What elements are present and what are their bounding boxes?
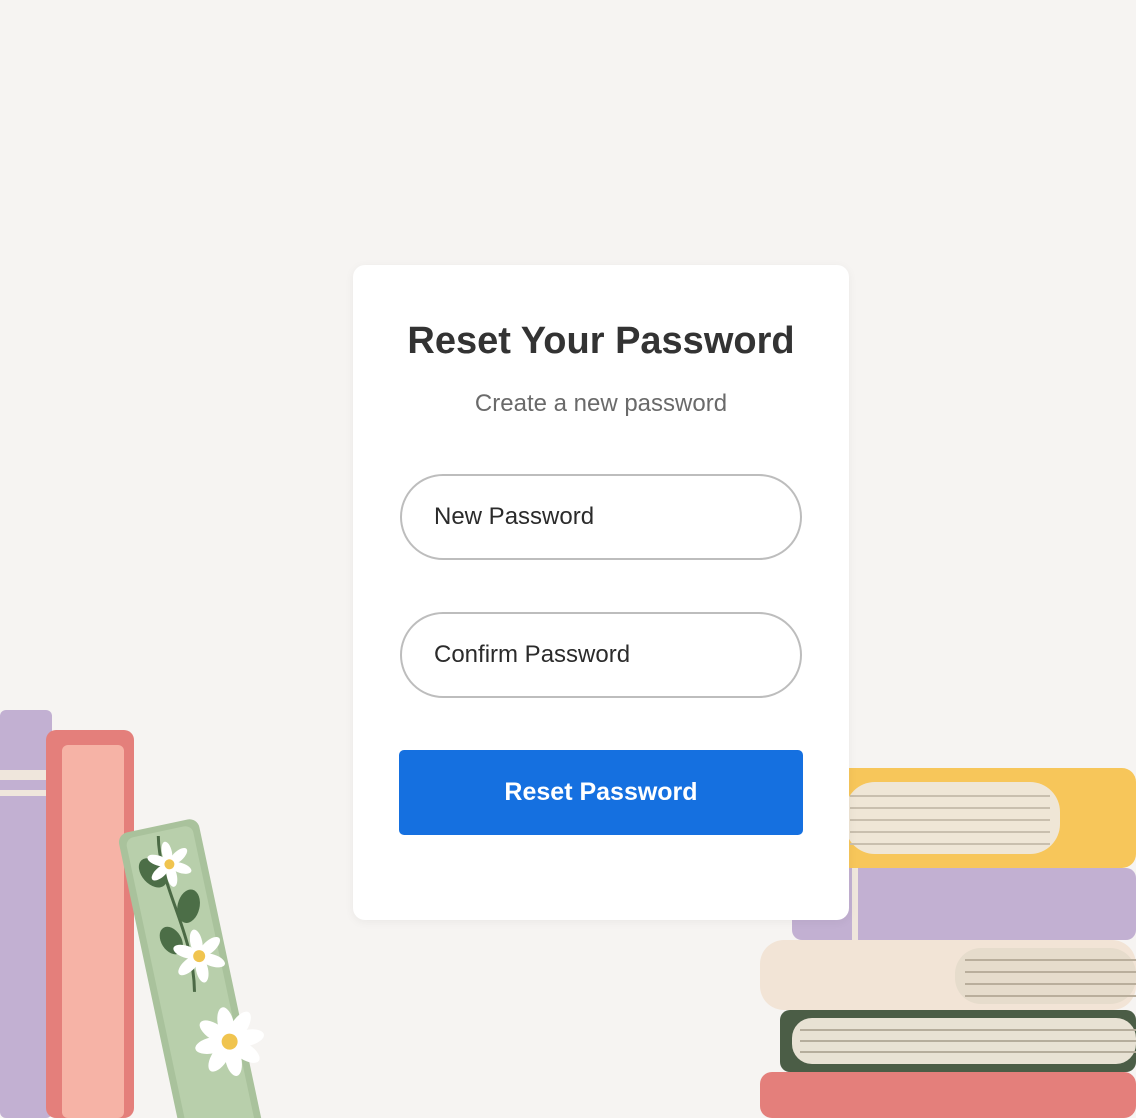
lavender-book-left (0, 710, 52, 1118)
page-subtitle: Create a new password (474, 390, 728, 417)
pink-book-left (46, 730, 134, 1118)
confirm-password-field[interactable] (400, 612, 802, 698)
reset-password-button[interactable]: Reset Password (399, 750, 803, 835)
reset-password-card: Reset Your Password Create a new passwor… (353, 265, 849, 920)
new-password-field[interactable] (400, 474, 802, 560)
floral-bookmark (118, 819, 265, 1118)
page-title: Reset Your Password (407, 320, 795, 362)
